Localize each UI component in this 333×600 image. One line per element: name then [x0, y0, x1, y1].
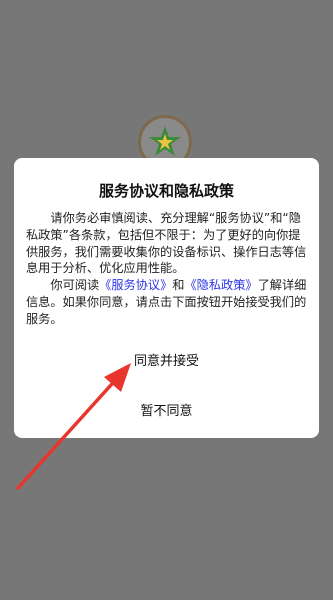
- privacy-policy-link[interactable]: 《隐私政策》: [184, 278, 257, 292]
- para2-and: 和: [172, 278, 185, 293]
- privacy-consent-dialog: 服务协议和隐私政策 请你务必审慎阅读、充分理解“服务协议”和“隐私政策”各条款，…: [14, 158, 319, 438]
- para2-prefix: 你可阅读: [50, 278, 100, 293]
- service-agreement-link[interactable]: 《服务协议》: [99, 278, 172, 292]
- dialog-body: 请你务必审慎阅读、充分理解“服务协议”和“隐私政策”各条款，包括但不限于：为了更…: [26, 210, 309, 328]
- dialog-paragraph-2: 你可阅读《服务协议》和《隐私政策》了解详细信息。如果你同意，请点击下面按钮开始接…: [26, 277, 309, 327]
- disagree-button[interactable]: 暂不同意: [14, 400, 319, 419]
- dialog-paragraph-1: 请你务必审慎阅读、充分理解“服务协议”和“隐私政策”各条款，包括但不限于：为了更…: [26, 211, 307, 276]
- agree-button[interactable]: 同意并接受: [14, 350, 319, 369]
- dialog-title: 服务协议和隐私政策: [98, 182, 234, 200]
